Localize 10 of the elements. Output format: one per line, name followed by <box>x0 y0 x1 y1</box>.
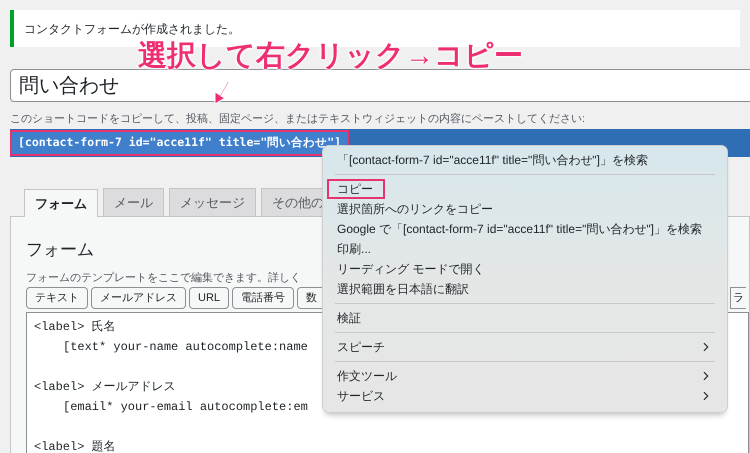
code-line: <label> メールアドレス <box>34 380 176 394</box>
code-line: <label> 氏名 <box>34 320 116 334</box>
notice-text: コンタクトフォームが作成されました。 <box>24 20 240 38</box>
code-line: [email* your-email autocomplete:em <box>63 400 308 414</box>
code-line: <label> 題名 <box>34 440 116 453</box>
panel-description: フォームのテンプレートをここで編集できます。詳しく <box>26 272 301 284</box>
code-line: [text* your-name autocomplete:name <box>63 340 308 354</box>
annotation-text: 選択して右クリック→コピー <box>138 40 523 72</box>
shortcode-hint: このショートコードをコピーして、投稿、固定ページ、またはテキストウィジェットの内容にペーストしてください: <box>10 113 586 125</box>
panel-heading: フォーム <box>26 240 94 259</box>
